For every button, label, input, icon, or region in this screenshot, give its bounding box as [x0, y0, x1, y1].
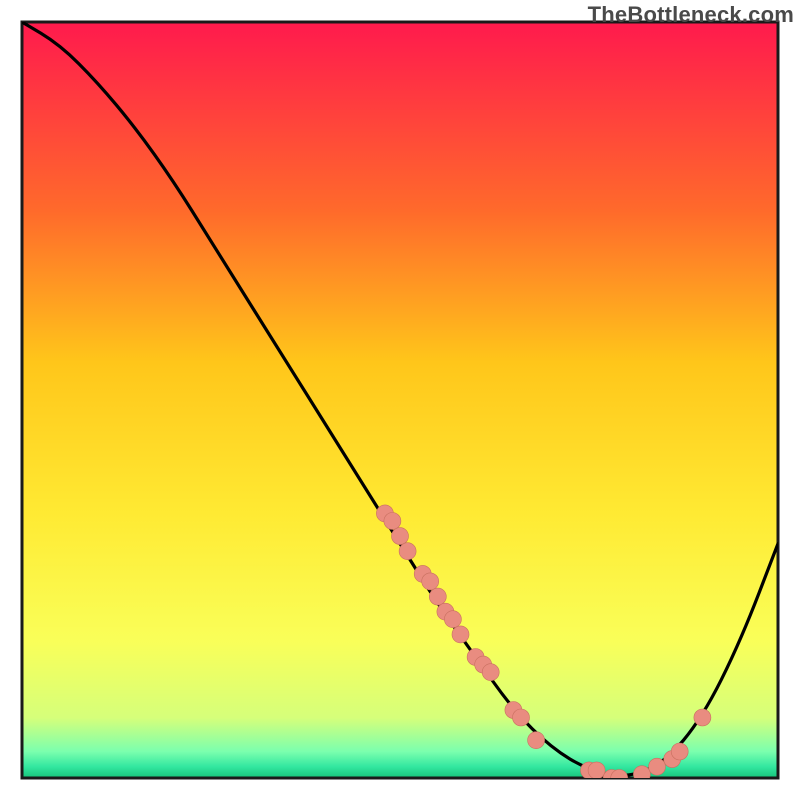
- data-marker: [633, 766, 650, 783]
- data-marker: [429, 588, 446, 605]
- data-marker: [649, 758, 666, 775]
- watermark-text: TheBottleneck.com: [588, 2, 794, 28]
- data-marker: [392, 528, 409, 545]
- data-marker: [611, 770, 628, 787]
- data-marker: [513, 709, 530, 726]
- data-marker: [422, 573, 439, 590]
- data-marker: [399, 543, 416, 560]
- data-marker: [588, 762, 605, 779]
- data-marker: [671, 743, 688, 760]
- data-marker: [452, 626, 469, 643]
- gradient-background: [22, 22, 778, 778]
- data-marker: [528, 732, 545, 749]
- data-marker: [694, 709, 711, 726]
- chart-container: { "watermark": "TheBottleneck.com", "cha…: [0, 0, 800, 800]
- data-marker: [444, 611, 461, 628]
- data-marker: [482, 664, 499, 681]
- data-marker: [384, 513, 401, 530]
- bottleneck-chart: [0, 0, 800, 800]
